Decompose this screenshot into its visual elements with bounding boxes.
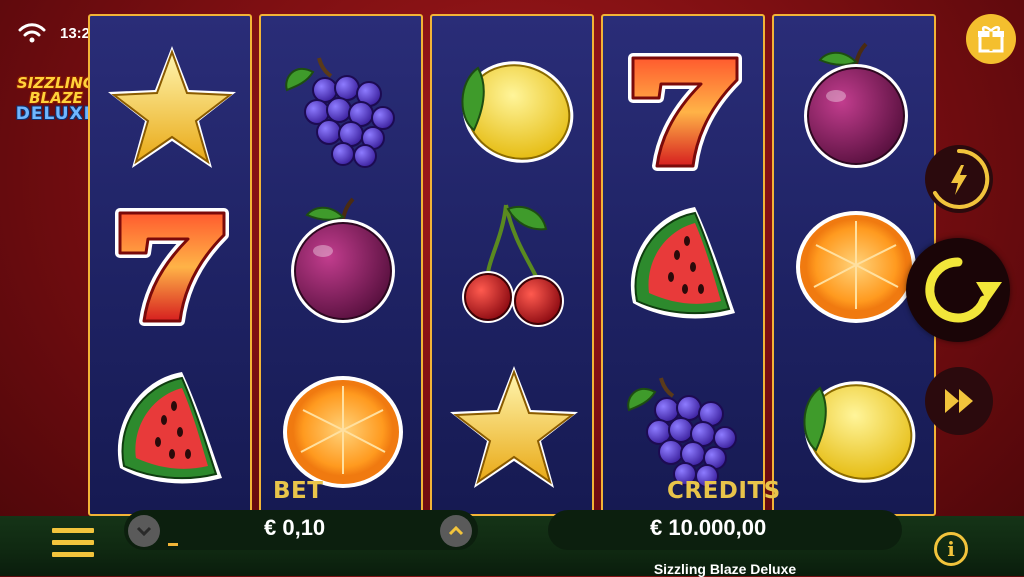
game-name: Sizzling Blaze Deluxe bbox=[653, 561, 797, 577]
reel-3 bbox=[430, 14, 594, 516]
gift-button[interactable] bbox=[966, 14, 1016, 64]
fast-forward-icon bbox=[945, 389, 973, 413]
lemon-symbol bbox=[786, 358, 926, 498]
watermelon-symbol bbox=[615, 193, 755, 333]
hamburger-icon bbox=[52, 528, 94, 557]
info-button[interactable]: i bbox=[934, 532, 968, 566]
star-symbol bbox=[102, 38, 242, 178]
seven-symbol bbox=[102, 193, 242, 333]
chevron-down-icon bbox=[136, 526, 152, 536]
bet-label: BET bbox=[273, 478, 324, 504]
credits-value: € 10.000,00 bbox=[650, 515, 767, 540]
gift-icon bbox=[978, 26, 1004, 53]
reel-grid bbox=[88, 14, 938, 516]
seven-symbol bbox=[615, 38, 755, 178]
spin-arrow-icon bbox=[925, 257, 1002, 323]
lightning-icon bbox=[933, 148, 990, 209]
lemon-symbol bbox=[444, 38, 584, 178]
spin-button[interactable] bbox=[906, 238, 1010, 342]
orange-symbol bbox=[273, 358, 413, 498]
status-bar: 13:27 bbox=[18, 20, 98, 46]
bet-level-indicator bbox=[168, 543, 178, 546]
bet-increase-button[interactable] bbox=[440, 515, 472, 547]
autoplay-button[interactable] bbox=[925, 367, 993, 435]
watermelon-symbol bbox=[102, 358, 242, 498]
grapes-symbol bbox=[273, 38, 413, 178]
plum-symbol bbox=[273, 193, 413, 333]
menu-button[interactable] bbox=[52, 528, 94, 564]
grapes-symbol bbox=[615, 358, 755, 498]
orange-symbol bbox=[786, 193, 926, 333]
plum-symbol bbox=[786, 38, 926, 178]
turbo-button[interactable] bbox=[925, 145, 993, 213]
reel-2 bbox=[259, 14, 423, 516]
chevron-up-icon bbox=[448, 526, 464, 536]
star-symbol bbox=[444, 358, 584, 498]
info-icon: i bbox=[947, 537, 955, 561]
reel-1 bbox=[88, 14, 252, 516]
reel-4 bbox=[601, 14, 765, 516]
bet-decrease-button[interactable] bbox=[128, 515, 160, 547]
credits-label: CREDITS bbox=[667, 478, 781, 504]
bet-value: € 0,10 bbox=[264, 515, 326, 540]
wifi-icon bbox=[18, 23, 46, 43]
cherries-symbol bbox=[444, 193, 584, 333]
